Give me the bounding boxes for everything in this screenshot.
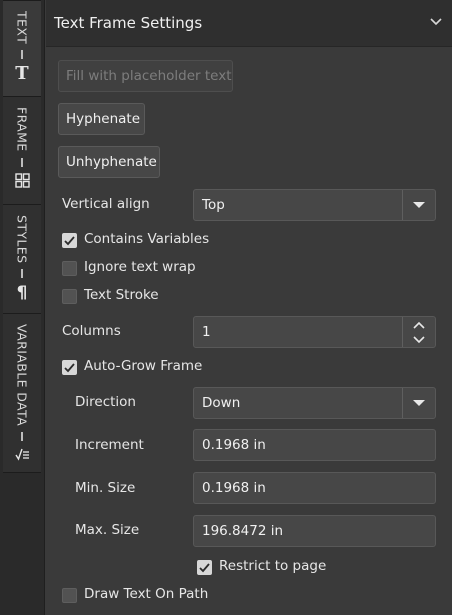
ignore-text-wrap-label: Ignore text wrap: [84, 259, 196, 275]
text-frame-settings-panel: Text Frame Settings Fill with placeholde…: [46, 0, 452, 615]
auto-grow-frame-label: Auto-Grow Frame: [84, 358, 203, 374]
tab-styles[interactable]: STYLES ¶: [3, 204, 41, 314]
tab-frame-label: FRAME: [14, 107, 30, 152]
tab-styles-label: STYLES: [14, 215, 30, 264]
chevron-down-icon[interactable]: [413, 335, 425, 344]
contains-variables-label: Contains Variables: [84, 231, 210, 247]
increment-value: 0.1968 in: [202, 437, 266, 453]
chevron-down-icon[interactable]: [428, 13, 444, 33]
vertical-align-label: Vertical align: [62, 196, 150, 212]
tab-separator: [21, 157, 23, 167]
checkmark-icon: [199, 562, 210, 572]
tab-separator: [21, 50, 23, 60]
tab-text-label: TEXT: [14, 11, 30, 45]
columns-stepper[interactable]: 1: [193, 316, 436, 348]
tab-frame[interactable]: FRAME: [3, 96, 41, 205]
unhyphenate-button[interactable]: Unhyphenate: [58, 146, 160, 178]
panel-header[interactable]: Text Frame Settings: [46, 0, 452, 47]
draw-text-on-path-label: Draw Text On Path: [84, 586, 209, 602]
direction-label: Direction: [75, 394, 136, 410]
tab-variable-data[interactable]: VARIABLE DATA: [3, 313, 41, 473]
panel-title: Text Frame Settings: [54, 14, 203, 32]
direction-select[interactable]: Down: [193, 387, 436, 419]
side-tab-strip: TEXT T FRAME STYLES ¶ VARIABLE DATA: [0, 0, 45, 615]
hyphenate-button[interactable]: Hyphenate: [58, 103, 145, 135]
auto-grow-frame-checkbox[interactable]: [62, 360, 77, 375]
max-size-value: 196.8472 in: [202, 523, 284, 539]
checkmark-icon: [64, 362, 75, 372]
direction-value: Down: [202, 395, 241, 411]
tab-separator: [21, 432, 23, 442]
text-stroke-label: Text Stroke: [84, 287, 159, 303]
frame-grid-icon: [14, 172, 30, 188]
stepper-controls: [402, 317, 435, 347]
contains-variables-checkbox[interactable]: [62, 233, 77, 248]
chevron-up-icon[interactable]: [413, 321, 425, 329]
text-t-icon: T: [15, 63, 29, 85]
checkmark-icon: [64, 235, 75, 245]
columns-value: 1: [202, 324, 211, 340]
min-size-input[interactable]: 0.1968 in: [193, 472, 436, 504]
vertical-align-value: Top: [202, 197, 225, 213]
restrict-to-page-checkbox[interactable]: [197, 560, 212, 575]
dropdown-arrow-icon[interactable]: [402, 388, 435, 418]
tab-variable-data-label: VARIABLE DATA: [14, 324, 30, 427]
fill-placeholder-text-button[interactable]: Fill with placeholder text: [58, 60, 233, 92]
tab-text[interactable]: TEXT T: [3, 0, 41, 97]
pilcrow-icon: ¶: [16, 283, 28, 304]
vertical-align-select[interactable]: Top: [193, 189, 436, 221]
columns-label: Columns: [62, 323, 121, 339]
increment-input[interactable]: 0.1968 in: [193, 429, 436, 461]
ignore-text-wrap-checkbox[interactable]: [62, 261, 77, 276]
tab-separator: [21, 269, 23, 279]
max-size-input[interactable]: 196.8472 in: [193, 515, 436, 547]
min-size-value: 0.1968 in: [202, 480, 266, 496]
variable-data-icon: [14, 447, 30, 461]
increment-label: Increment: [75, 437, 144, 453]
draw-text-on-path-checkbox[interactable]: [62, 588, 77, 603]
max-size-label: Max. Size: [75, 522, 140, 538]
min-size-label: Min. Size: [75, 480, 136, 496]
dropdown-arrow-icon[interactable]: [402, 190, 435, 220]
text-stroke-checkbox[interactable]: [62, 289, 77, 304]
restrict-to-page-label: Restrict to page: [219, 558, 327, 574]
